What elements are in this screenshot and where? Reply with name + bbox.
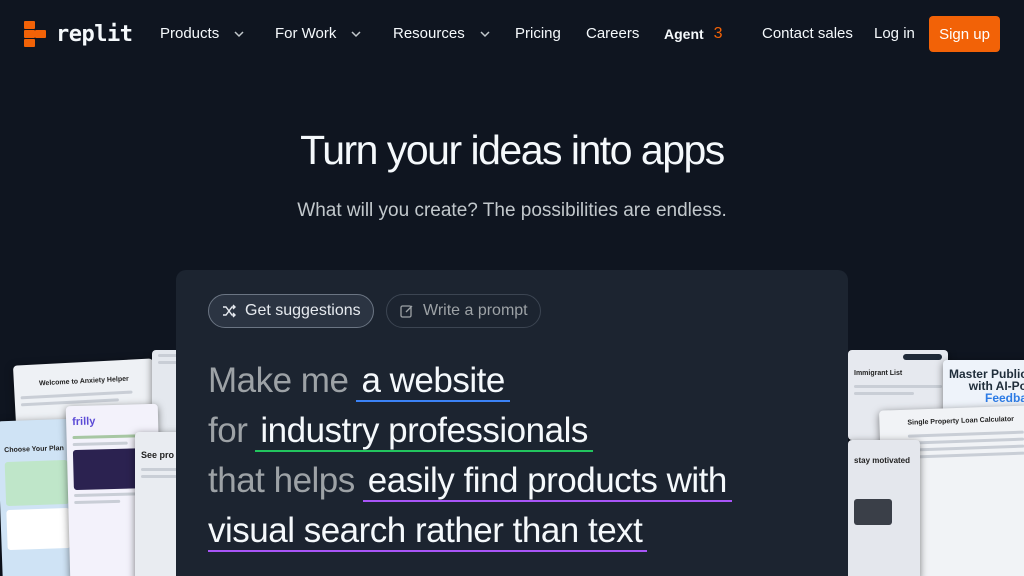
nav-agent[interactable]: Agent 3 — [664, 25, 723, 43]
preview-loan-title: Single Property Loan Calculator — [907, 415, 1015, 427]
preview-motivated-title: stay motivated — [854, 456, 911, 465]
suggested-prompt: Make me a website for industry professiona… — [208, 356, 828, 556]
prompt-card: Get suggestions Write a prompt Make me a … — [176, 270, 848, 576]
nav-resources-label: Resources — [393, 25, 465, 42]
get-suggestions-label: Get suggestions — [245, 302, 361, 319]
nav-contact-sales[interactable]: Contact sales — [762, 25, 853, 42]
prompt-prefix: that helps — [208, 461, 355, 500]
sign-up-button[interactable]: Sign up — [929, 16, 1000, 52]
nav-for-work[interactable]: For Work — [275, 25, 364, 42]
preview-stay-motivated: stay motivated — [848, 440, 920, 576]
nav-agent-label: Agent — [664, 26, 704, 42]
nav-careers[interactable]: Careers — [586, 25, 639, 42]
nav-log-in[interactable]: Log in — [874, 25, 915, 42]
logo-wordmark: replit — [56, 21, 133, 47]
chevron-down-icon — [480, 30, 490, 37]
preview-plan-title: Choose Your Plan — [4, 445, 64, 455]
preview-banner-text: Master Public with AI-Po Feedba — [943, 360, 1024, 404]
agent-version-badge: 3 — [713, 25, 723, 42]
prompt-prefix: for — [208, 411, 248, 450]
top-nav: replit Products For Work Resources Prici… — [0, 0, 1024, 68]
prompt-fill-goal-cont[interactable]: visual search rather than text — [208, 511, 648, 552]
chevron-down-icon — [234, 30, 244, 37]
nav-for-work-label: For Work — [275, 25, 337, 42]
nav-products[interactable]: Products — [160, 25, 247, 42]
edit-icon — [400, 305, 413, 318]
prompt-line-4: visual search rather than text — [208, 506, 828, 556]
write-prompt-label: Write a prompt — [423, 302, 528, 319]
prompt-prefix: Make me — [208, 361, 349, 400]
hero-subtitle: What will you create? The possibilities … — [297, 200, 727, 221]
prompt-fill-who[interactable]: industry professionals — [255, 411, 593, 452]
get-suggestions-tab[interactable]: Get suggestions — [208, 294, 374, 328]
preview-frilly-title: frilly — [71, 415, 96, 429]
replit-logo-icon — [24, 21, 47, 47]
shuffle-icon — [223, 304, 236, 318]
preview-see-pro-title: See pro — [141, 450, 175, 460]
prompt-fill-what[interactable]: a website — [356, 361, 510, 402]
chevron-down-icon — [351, 30, 361, 37]
hero-title: Turn your ideas into apps — [300, 127, 725, 173]
prompt-line-3: that helps easily find products with — [208, 456, 828, 506]
left-app-previews: Welcome to Anxiety Helper Choose Your Pl… — [0, 350, 178, 576]
preview-title: Welcome to Anxiety Helper — [38, 375, 129, 388]
prompt-line-2: for industry professionals — [208, 406, 828, 456]
right-app-previews: Immigrant List Master Public with AI-Po … — [848, 350, 1024, 576]
preview-see-pro: See pro — [135, 432, 178, 576]
nav-resources[interactable]: Resources — [393, 25, 493, 42]
prompt-fill-goal[interactable]: easily find products with — [362, 461, 732, 502]
replit-logo[interactable]: replit — [24, 21, 133, 47]
nav-products-label: Products — [160, 25, 220, 42]
preview-immigrant-title: Immigrant List — [854, 370, 903, 377]
preview-banner-line3: Feedba — [984, 391, 1024, 405]
prompt-line-1: Make me a website — [208, 356, 828, 406]
nav-pricing[interactable]: Pricing — [515, 25, 561, 42]
write-prompt-tab[interactable]: Write a prompt — [386, 294, 541, 328]
